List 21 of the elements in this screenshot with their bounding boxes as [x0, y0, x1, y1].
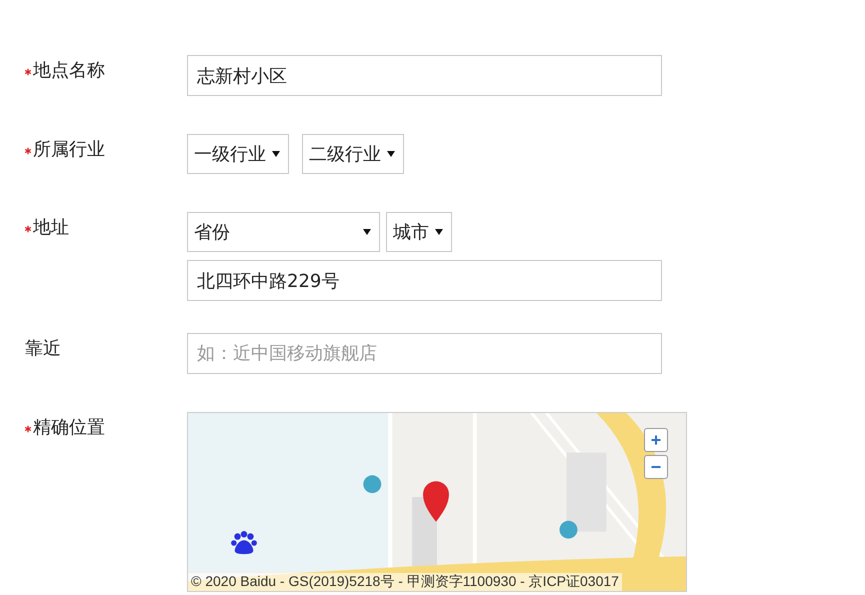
map-panel[interactable]: + − © 2020 Baidu - GS(2019)5218号 - 甲测资字1100930 - 京ICP证03017 [187, 412, 687, 592]
zoom-out-button[interactable]: − [644, 455, 668, 479]
field-label: 精确位置 [33, 416, 105, 440]
input-field[interactable]: 如：近中国移动旗舰店 [187, 333, 662, 374]
caret-icon [272, 151, 280, 157]
zoom-in-button[interactable]: + [644, 428, 668, 452]
map-copyright: © 2020 Baidu - GS(2019)5218号 - 甲测资字1100930 - 京ICP证03017 [188, 573, 622, 591]
field-label: 所属行业 [33, 138, 105, 162]
caret-icon [363, 229, 371, 235]
dropdown[interactable]: 一级行业 [187, 134, 289, 174]
field-label: 地点名称 [33, 59, 105, 83]
dropdown[interactable]: 城市 [386, 212, 452, 252]
caret-icon [387, 151, 395, 157]
field-label: 地址 [33, 216, 69, 240]
field-label: 靠近 [25, 337, 61, 361]
input-field[interactable]: 北四环中路229号 [187, 260, 662, 301]
input-field[interactable]: 志新村小区 [187, 55, 662, 96]
dropdown[interactable]: 省份 [187, 212, 380, 252]
dropdown[interactable]: 二级行业 [302, 134, 404, 174]
paw-icon [230, 531, 258, 555]
caret-icon [435, 229, 443, 235]
